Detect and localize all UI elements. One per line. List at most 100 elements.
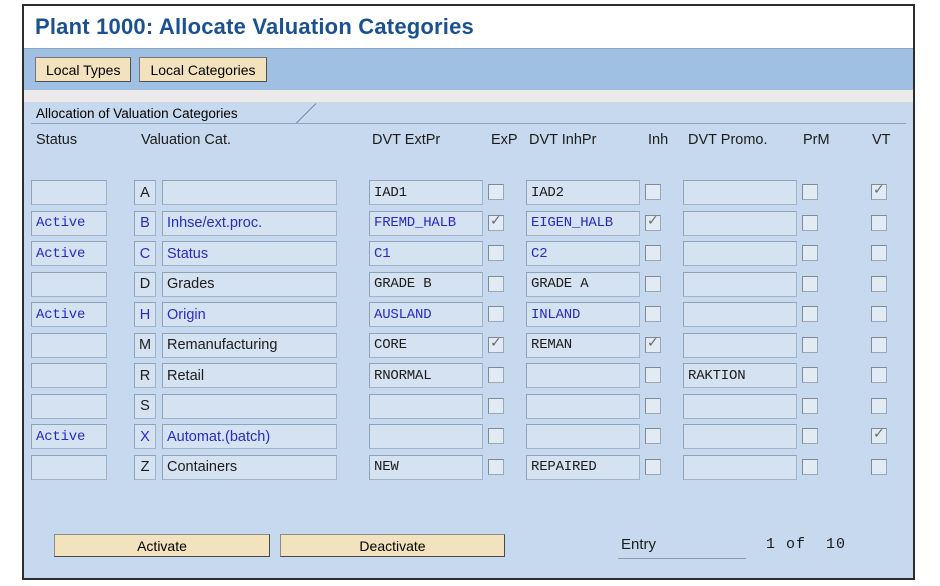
- row-category-key[interactable]: C: [134, 241, 156, 266]
- row-category-name[interactable]: Grades: [162, 271, 337, 297]
- row-status-field[interactable]: [31, 393, 107, 419]
- row-exp-checkbox[interactable]: [488, 428, 504, 444]
- row-vt-checkbox[interactable]: [871, 275, 887, 292]
- row-dvt-inhpr-field[interactable]: GRADE A: [526, 271, 640, 297]
- row-inh-checkbox[interactable]: [645, 275, 661, 292]
- row-dvt-extpr-field[interactable]: FREMD_HALB: [369, 210, 483, 236]
- row-prm-checkbox[interactable]: [802, 397, 818, 414]
- row-dvt-inhpr-field[interactable]: IAD2: [526, 180, 640, 205]
- row-prm-checkbox[interactable]: [802, 306, 818, 322]
- row-dvt-extpr-field[interactable]: C1: [369, 241, 483, 266]
- row-dvt-extpr-field[interactable]: [369, 393, 483, 419]
- tab-local-types[interactable]: Local Types: [35, 57, 132, 82]
- row-inh-checkbox[interactable]: [645, 245, 661, 261]
- row-prm-checkbox[interactable]: [802, 336, 818, 353]
- row-category-name[interactable]: [162, 180, 337, 205]
- row-category-key[interactable]: H: [134, 302, 156, 327]
- row-exp-checkbox[interactable]: [488, 184, 504, 200]
- row-dvt-promo-field[interactable]: [683, 210, 797, 236]
- row-category-key[interactable]: Z: [134, 454, 156, 480]
- row-category-name[interactable]: Remanufacturing: [162, 332, 337, 358]
- row-category-name[interactable]: Retail: [162, 363, 337, 388]
- row-prm-checkbox[interactable]: [802, 184, 818, 200]
- row-inh-checkbox[interactable]: [645, 335, 661, 353]
- row-dvt-inhpr-field[interactable]: REPAIRED: [526, 454, 640, 480]
- row-status-field[interactable]: [31, 454, 107, 480]
- row-status-field[interactable]: [31, 180, 107, 205]
- deactivate-button[interactable]: Deactivate: [280, 534, 505, 557]
- row-dvt-extpr-field[interactable]: CORE: [369, 332, 483, 358]
- row-dvt-extpr-field[interactable]: RNORMAL: [369, 363, 483, 388]
- row-inh-checkbox[interactable]: [645, 397, 661, 414]
- row-inh-checkbox[interactable]: [645, 213, 661, 231]
- row-vt-checkbox[interactable]: [871, 182, 887, 200]
- row-inh-checkbox[interactable]: [645, 458, 661, 475]
- row-status-field[interactable]: [31, 332, 107, 358]
- row-category-key[interactable]: S: [134, 393, 156, 419]
- row-vt-checkbox[interactable]: [871, 214, 887, 231]
- row-dvt-promo-field[interactable]: [683, 302, 797, 327]
- row-dvt-inhpr-field[interactable]: EIGEN_HALB: [526, 210, 640, 236]
- row-category-key[interactable]: A: [134, 180, 156, 205]
- row-exp-checkbox[interactable]: [488, 213, 504, 231]
- row-prm-checkbox[interactable]: [802, 245, 818, 261]
- row-dvt-promo-field[interactable]: [683, 424, 797, 449]
- row-dvt-promo-field[interactable]: RAKTION: [683, 363, 797, 388]
- row-dvt-extpr-field[interactable]: [369, 424, 483, 449]
- row-dvt-extpr-field[interactable]: NEW: [369, 454, 483, 480]
- row-dvt-promo-field[interactable]: [683, 393, 797, 419]
- row-category-key[interactable]: R: [134, 363, 156, 388]
- row-category-name[interactable]: Inhse/ext.proc.: [162, 210, 337, 236]
- entry-input[interactable]: [618, 558, 746, 559]
- row-status-field[interactable]: Active: [31, 210, 107, 236]
- row-prm-checkbox[interactable]: [802, 428, 818, 444]
- row-dvt-inhpr-field[interactable]: REMAN: [526, 332, 640, 358]
- row-category-name[interactable]: Automat.(batch): [162, 424, 337, 449]
- row-dvt-promo-field[interactable]: [683, 332, 797, 358]
- row-vt-checkbox[interactable]: [871, 458, 887, 475]
- row-dvt-promo-field[interactable]: [683, 180, 797, 205]
- row-exp-checkbox[interactable]: [488, 367, 504, 383]
- row-vt-checkbox[interactable]: [871, 336, 887, 353]
- panel-tab-allocation[interactable]: Allocation of Valuation Categories: [31, 103, 266, 124]
- row-category-key[interactable]: B: [134, 210, 156, 236]
- row-exp-checkbox[interactable]: [488, 275, 504, 292]
- row-dvt-inhpr-field[interactable]: [526, 424, 640, 449]
- row-dvt-inhpr-field[interactable]: [526, 363, 640, 388]
- row-dvt-inhpr-field[interactable]: INLAND: [526, 302, 640, 327]
- row-status-field[interactable]: [31, 271, 107, 297]
- row-status-field[interactable]: Active: [31, 424, 107, 449]
- row-dvt-promo-field[interactable]: [683, 241, 797, 266]
- row-prm-checkbox[interactable]: [802, 458, 818, 475]
- activate-button[interactable]: Activate: [54, 534, 270, 557]
- row-category-name[interactable]: Status: [162, 241, 337, 266]
- row-dvt-promo-field[interactable]: [683, 454, 797, 480]
- row-exp-checkbox[interactable]: [488, 458, 504, 475]
- row-prm-checkbox[interactable]: [802, 367, 818, 383]
- row-vt-checkbox[interactable]: [871, 426, 887, 444]
- row-dvt-extpr-field[interactable]: GRADE B: [369, 271, 483, 297]
- row-category-name[interactable]: Containers: [162, 454, 337, 480]
- row-vt-checkbox[interactable]: [871, 245, 887, 261]
- row-prm-checkbox[interactable]: [802, 275, 818, 292]
- row-category-key[interactable]: X: [134, 424, 156, 449]
- row-exp-checkbox[interactable]: [488, 335, 504, 353]
- row-exp-checkbox[interactable]: [488, 397, 504, 414]
- row-exp-checkbox[interactable]: [488, 245, 504, 261]
- row-inh-checkbox[interactable]: [645, 428, 661, 444]
- row-inh-checkbox[interactable]: [645, 367, 661, 383]
- row-vt-checkbox[interactable]: [871, 306, 887, 322]
- row-category-name[interactable]: [162, 393, 337, 419]
- row-dvt-extpr-field[interactable]: AUSLAND: [369, 302, 483, 327]
- row-vt-checkbox[interactable]: [871, 367, 887, 383]
- row-inh-checkbox[interactable]: [645, 306, 661, 322]
- row-dvt-inhpr-field[interactable]: C2: [526, 241, 640, 266]
- row-category-name[interactable]: Origin: [162, 302, 337, 327]
- row-vt-checkbox[interactable]: [871, 397, 887, 414]
- row-status-field[interactable]: [31, 363, 107, 388]
- row-prm-checkbox[interactable]: [802, 214, 818, 231]
- row-category-key[interactable]: M: [134, 332, 156, 358]
- row-exp-checkbox[interactable]: [488, 306, 504, 322]
- row-dvt-promo-field[interactable]: [683, 271, 797, 297]
- row-dvt-inhpr-field[interactable]: [526, 393, 640, 419]
